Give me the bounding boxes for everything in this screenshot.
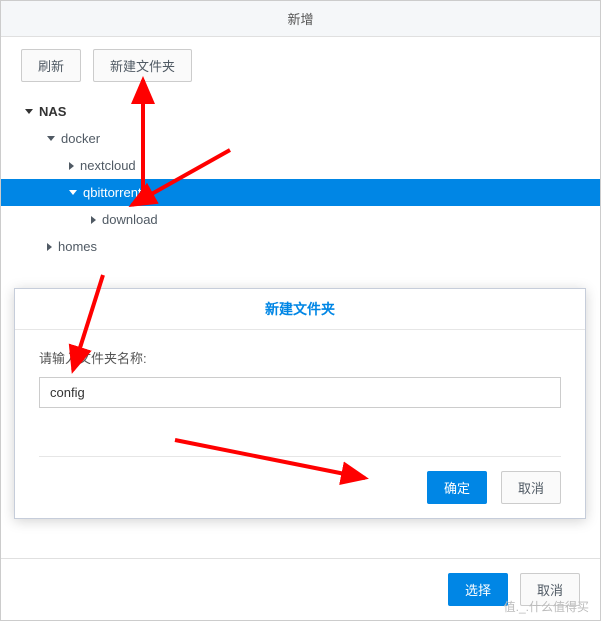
caret-right-icon (47, 243, 52, 251)
caret-down-icon (47, 136, 55, 141)
cancel-button[interactable]: 取消 (520, 573, 580, 606)
caret-down-icon (25, 109, 33, 114)
tree-node-label: download (102, 212, 158, 227)
tree-node-label: nextcloud (80, 158, 136, 173)
new-folder-modal: 新建文件夹 请输入文件夹名称: 确定 取消 (14, 288, 586, 519)
modal-cancel-button[interactable]: 取消 (501, 471, 561, 504)
modal-body: 请输入文件夹名称: (15, 330, 585, 416)
toolbar: 刷新 新建文件夹 (1, 37, 600, 94)
tree-node-download[interactable]: download (21, 206, 580, 233)
caret-right-icon (91, 216, 96, 224)
tree-node-qbittorrent[interactable]: qbittorrent (1, 179, 600, 206)
tree-node-docker[interactable]: docker (21, 125, 580, 152)
tree-node-nextcloud[interactable]: nextcloud (21, 152, 580, 179)
folder-name-input[interactable] (39, 377, 561, 408)
tree-node-label: docker (61, 131, 100, 146)
modal-footer: 确定 取消 (15, 457, 585, 518)
dialog-title: 新增 (1, 1, 600, 37)
caret-right-icon (69, 162, 74, 170)
select-button[interactable]: 选择 (448, 573, 508, 606)
tree-root[interactable]: NAS (21, 98, 580, 125)
refresh-button[interactable]: 刷新 (21, 49, 81, 82)
dialog-footer: 选择 取消 (1, 558, 600, 620)
tree-node-label: homes (58, 239, 97, 254)
modal-title: 新建文件夹 (15, 289, 585, 330)
tree-node-homes[interactable]: homes (21, 233, 580, 260)
ok-button[interactable]: 确定 (427, 471, 487, 504)
tree-node-label: NAS (39, 104, 66, 119)
caret-down-icon (69, 190, 77, 195)
folder-name-label: 请输入文件夹名称: (39, 348, 561, 367)
tree-node-label: qbittorrent (83, 185, 142, 200)
new-folder-button[interactable]: 新建文件夹 (93, 49, 192, 82)
